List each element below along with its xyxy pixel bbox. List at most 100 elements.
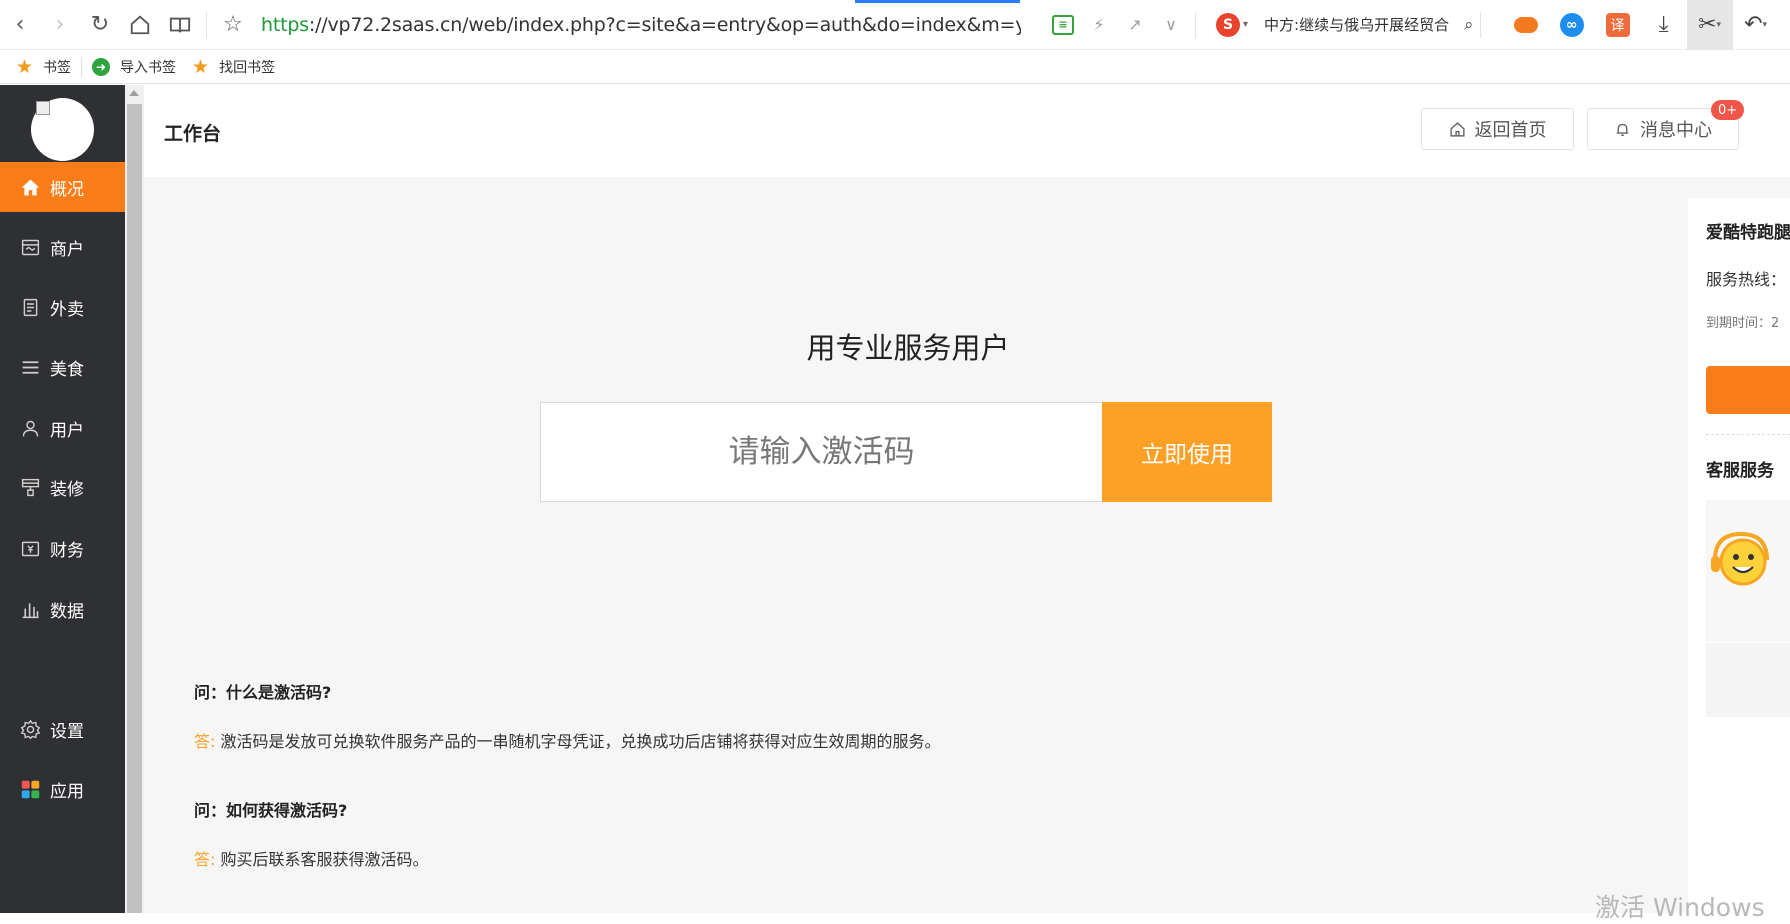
back-to-home-button[interactable]: 返回首页 — [1421, 108, 1574, 150]
sidebar-item-label: 财务 — [50, 540, 84, 561]
download-button[interactable]: ⤓ — [1641, 0, 1687, 50]
wallet-icon — [19, 537, 41, 559]
toolbar-divider — [206, 11, 207, 38]
faq-answer: 答: 激活码是发放可兑换软件服务产品的一串随机字母凭证，兑换成功后店铺将获得对应… — [194, 728, 941, 752]
bookmark-item-bookmarks[interactable]: ★ 书签 — [16, 56, 71, 78]
renew-button[interactable] — [1706, 366, 1790, 414]
scroll-up-arrow-icon[interactable] — [129, 90, 139, 96]
answer-text: 激活码是发放可兑换软件服务产品的一串随机字母凭证，兑换成功后店铺将获得对应生效周… — [220, 732, 941, 751]
faq-answer: 答: 购买后联系客服获得激活码。 — [194, 846, 429, 870]
book-icon: ≡ — [1052, 14, 1074, 35]
game-extension[interactable] — [1503, 0, 1549, 50]
answer-text: 购买后联系客服获得激活码。 — [220, 850, 429, 869]
sidebar-item-users[interactable]: 用户 — [0, 403, 125, 453]
page-loading-bar — [855, 0, 1020, 3]
sidebar-item-decoration[interactable]: 装修 — [0, 462, 125, 512]
flash-icon[interactable]: ⚡ — [1081, 0, 1117, 50]
home-icon[interactable] — [120, 0, 160, 50]
bookmark-label: 导入书签 — [120, 59, 177, 76]
use-now-button[interactable]: 立即使用 — [1102, 402, 1272, 502]
sidebar-item-merchant[interactable]: 商户 — [0, 222, 125, 272]
windows-activation-watermark: 激活 Windows — [1595, 893, 1765, 922]
list-icon — [19, 356, 41, 378]
faq-question: 问：什么是激活码? — [194, 683, 332, 702]
scrollbar-thumb[interactable] — [127, 104, 142, 913]
panel-divider — [1706, 434, 1790, 435]
answer-tag: 答: — [194, 850, 216, 869]
faq-question: 问：如何获得激活码? — [194, 801, 348, 820]
browser-toolbar: ‹ › ↻ ☆ https://vp72.2saas.cn/web/index.… — [0, 0, 1790, 50]
customer-service-icon — [1711, 531, 1769, 586]
download-icon: ⤓ — [1658, 12, 1669, 37]
toolbar-divider — [1479, 11, 1481, 38]
bookmarks-bar: ★ 书签 ➜ 导入书签 ★ 找回书签 — [0, 50, 1790, 84]
bookmark-label: 找回书签 — [219, 59, 276, 76]
chevron-down-icon: ▾ — [1762, 19, 1768, 30]
faq-item: 问：如何获得激活码? 答: 购买后联系客服获得激活码。 — [194, 797, 429, 870]
engine-dropdown-icon[interactable]: ▾ — [1243, 19, 1248, 30]
user-icon — [19, 417, 41, 439]
address-extensions: ≡ ⚡ ↗ ∨ — [1045, 0, 1189, 50]
document-icon — [19, 296, 41, 318]
bookmark-divider — [81, 56, 83, 77]
notification-badge: 0+ — [1711, 100, 1745, 120]
button-label: 返回首页 — [1474, 120, 1547, 140]
refresh-icon[interactable]: ↻ — [80, 0, 120, 50]
avatar[interactable] — [31, 98, 94, 161]
chevron-down-icon: ▾ — [1716, 19, 1722, 30]
chevron-down-icon[interactable]: ∨ — [1153, 0, 1189, 50]
home-icon — [19, 176, 41, 198]
forward-icon[interactable]: › — [40, 0, 80, 50]
address-bar[interactable]: https://vp72.2saas.cn/web/index.php?c=si… — [261, 14, 1021, 36]
page-header: 工作台 返回首页 消息中心 0+ — [144, 85, 1790, 177]
shop-name: 爱酷特跑腿 — [1706, 223, 1790, 243]
sidebar-item-label: 美食 — [50, 359, 84, 380]
undo-button[interactable]: ↶ ▾ — [1733, 0, 1779, 50]
activation-code-input[interactable] — [540, 402, 1103, 502]
bar-chart-icon — [19, 598, 41, 620]
sidebar-item-takeout[interactable]: 外卖 — [0, 282, 125, 332]
reading-mode-icon[interactable] — [160, 0, 200, 50]
sidebar-item-label: 用户 — [50, 420, 84, 441]
translate-extension[interactable]: 译 — [1595, 0, 1641, 50]
toolbar-right-icons: ∞ 译 ⤓ ✂ ▾ ↶ ▾ — [1503, 0, 1779, 50]
back-icon[interactable]: ‹ — [0, 0, 40, 50]
loop-extension[interactable]: ∞ — [1549, 0, 1595, 50]
sidebar-item-data[interactable]: 数据 — [0, 584, 125, 634]
search-icon[interactable]: ⌕ — [1464, 15, 1474, 35]
search-box[interactable]: S ▾ 中方:继续与俄乌开展经贸合 ⌕ — [1216, 12, 1474, 37]
sidebar-item-label: 设置 — [50, 721, 84, 742]
sidebar-item-food[interactable]: 美食 — [0, 342, 125, 392]
bookmark-star-icon[interactable]: ☆ — [213, 0, 253, 50]
sidebar-item-label: 商户 — [50, 239, 84, 260]
page-title: 工作台 — [164, 123, 222, 145]
customer-service-title: 客服服务 — [1706, 461, 1774, 481]
sidebar: 概况 商户 外卖 美食 用户 装修 财务 数据 设置 应用 — [0, 85, 125, 913]
reader-extension[interactable]: ≡ — [1045, 0, 1081, 50]
screenshot-button[interactable]: ✂ ▾ — [1686, 0, 1733, 50]
service-card[interactable] — [1706, 643, 1790, 717]
search-suggestion-text[interactable]: 中方:继续与俄乌开展经贸合 — [1264, 14, 1456, 35]
sidebar-item-label: 应用 — [50, 781, 84, 802]
star-icon: ★ — [16, 55, 34, 78]
bookmark-item-recover[interactable]: ★ 找回书签 — [192, 56, 275, 78]
button-label: 消息中心 — [1640, 120, 1712, 140]
sidebar-item-finance[interactable]: 财务 — [0, 523, 125, 573]
sidebar-item-apps[interactable]: 应用 — [0, 764, 125, 814]
share-icon[interactable]: ↗ — [1117, 0, 1153, 50]
store-icon — [19, 236, 41, 258]
sidebar-item-label: 装修 — [50, 479, 84, 500]
sidebar-item-settings[interactable]: 设置 — [0, 704, 125, 754]
import-icon: ➜ — [92, 57, 111, 76]
undo-icon: ↶ — [1744, 12, 1763, 37]
faq-item: 问：什么是激活码? 答: 激活码是发放可兑换软件服务产品的一串随机字母凭证，兑换… — [194, 679, 941, 752]
url-text: ://vp72.2saas.cn/web/index.php?c=site&a=… — [308, 13, 1021, 36]
bookmark-label: 书签 — [43, 59, 72, 76]
bookmark-item-import[interactable]: ➜ 导入书签 — [92, 57, 176, 77]
bell-icon — [1616, 123, 1629, 136]
scissors-icon: ✂ — [1698, 12, 1717, 37]
star-icon: ★ — [192, 55, 210, 78]
sogou-search-icon[interactable]: S — [1216, 12, 1240, 37]
sidebar-item-overview[interactable]: 概况 — [0, 162, 125, 212]
infinity-icon: ∞ — [1559, 12, 1584, 37]
